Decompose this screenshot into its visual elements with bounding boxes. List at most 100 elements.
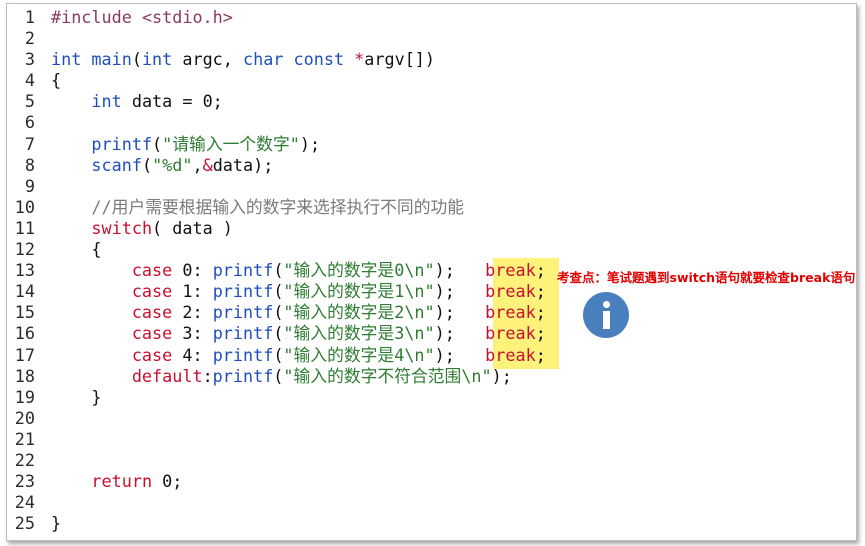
code-text: case 4: printf("输入的数字是4\n"); break; bbox=[51, 345, 546, 366]
code-token: data); bbox=[212, 154, 274, 175]
line-number: 7 bbox=[24, 133, 35, 154]
code-token: break bbox=[485, 344, 536, 365]
code-token: switch bbox=[91, 217, 153, 238]
code-line: 6 bbox=[7, 112, 856, 133]
code-token: : bbox=[192, 260, 213, 281]
code-line: 11 switch( data ) bbox=[7, 218, 856, 239]
code-screenshot-frame: 1 #include <stdio.h> 2 3 int main(int argc, … bbox=[6, 3, 857, 541]
code-token: default bbox=[131, 365, 203, 386]
code-token: ( bbox=[273, 281, 284, 302]
line-number: 23 bbox=[14, 471, 35, 492]
code-token: <stdio.h> bbox=[141, 7, 233, 27]
line-number: 3 bbox=[24, 49, 35, 70]
code-token: int bbox=[141, 49, 173, 70]
code-text: #include <stdio.h> bbox=[51, 7, 233, 28]
code-token: case bbox=[131, 260, 173, 281]
code-token: 2 bbox=[182, 302, 193, 323]
code-token: : bbox=[192, 281, 213, 302]
code-token: : bbox=[192, 344, 213, 365]
line-number: 25 bbox=[14, 513, 35, 534]
code-text: int main(int argc, char const *argv[]) bbox=[51, 49, 435, 70]
code-line: 19 } bbox=[7, 387, 856, 408]
code-token: ; bbox=[535, 323, 546, 344]
code-text: //用户需要根据输入的数字来选择执行不同的功能 bbox=[51, 197, 464, 218]
code-line: 4{ bbox=[7, 70, 856, 91]
code-token: int bbox=[91, 91, 122, 112]
code-line: 20 bbox=[7, 408, 856, 429]
info-icon-dot bbox=[603, 301, 610, 308]
code-text: return 0; bbox=[51, 471, 182, 492]
code-token: data = bbox=[121, 91, 203, 112]
code-token: data ) bbox=[172, 217, 233, 238]
line-number: 15 bbox=[14, 302, 35, 323]
code-token: 0 bbox=[182, 260, 193, 281]
code-token: printf bbox=[212, 302, 274, 323]
code-token: ); bbox=[434, 302, 486, 323]
code-line: 9 bbox=[7, 176, 856, 197]
code-token: ( bbox=[152, 133, 163, 154]
code-token: { bbox=[51, 70, 62, 91]
code-token: 0 bbox=[202, 91, 213, 112]
code-token: ( bbox=[152, 217, 173, 238]
code-line: 3 int main(int argc, char const *argv[]) bbox=[7, 49, 856, 70]
code-token: ; bbox=[172, 471, 183, 492]
annotation-note: 考查点：笔试题遇到switch语句就要检查break语句 bbox=[557, 270, 856, 285]
code-token: ; bbox=[535, 344, 546, 365]
code-line: 8 scanf("%d",&data); bbox=[7, 155, 856, 176]
code-token: : bbox=[192, 323, 213, 344]
info-icon bbox=[583, 292, 629, 338]
line-number: 8 bbox=[24, 154, 35, 175]
line-number: 12 bbox=[14, 239, 35, 260]
code-text: } bbox=[51, 387, 101, 408]
code-token: char bbox=[243, 49, 284, 70]
code-token: "输入的数字是1\n" bbox=[283, 281, 435, 302]
line-number: 16 bbox=[14, 323, 35, 344]
code-line: 15 case 2: printf("输入的数字是2\n"); break; bbox=[7, 302, 856, 323]
code-line: 16 case 3: printf("输入的数字是3\n"); break; bbox=[7, 323, 856, 344]
line-number: 21 bbox=[14, 428, 35, 449]
code-text: int data = 0; bbox=[51, 91, 223, 112]
code-token: "输入的数字是2\n" bbox=[283, 302, 435, 323]
line-number: 22 bbox=[14, 449, 35, 470]
code-line: 21 bbox=[7, 429, 856, 450]
code-token: : bbox=[202, 365, 213, 386]
code-text: { bbox=[51, 70, 61, 91]
code-token: & bbox=[202, 154, 213, 175]
code-token: break bbox=[485, 323, 536, 344]
line-number: 9 bbox=[24, 175, 35, 196]
code-token: printf bbox=[212, 365, 274, 386]
code-line: 2 bbox=[7, 28, 856, 49]
code-token: ; bbox=[212, 91, 223, 112]
code-token: int bbox=[51, 49, 82, 70]
code-token: ; bbox=[535, 302, 546, 323]
code-token: ); bbox=[434, 323, 486, 344]
code-line: 1 #include <stdio.h> bbox=[7, 7, 856, 28]
code-line: 23 return 0; bbox=[7, 471, 856, 492]
line-number: 10 bbox=[14, 196, 35, 217]
line-number: 17 bbox=[14, 344, 35, 365]
code-token: ( bbox=[131, 49, 142, 70]
code-token: argc, bbox=[172, 49, 243, 70]
code-token: ( bbox=[273, 302, 284, 323]
code-token: "%d" bbox=[152, 154, 193, 175]
code-line: 5 int data = 0; bbox=[7, 91, 856, 112]
code-token: } bbox=[51, 513, 62, 534]
code-token: ( bbox=[141, 154, 153, 175]
code-text: } bbox=[51, 513, 61, 534]
code-token: ); bbox=[434, 344, 486, 365]
code-token: //用户需要根据输入的数字来选择执行不同的功能 bbox=[91, 196, 465, 217]
code-token: main bbox=[91, 49, 132, 70]
line-number: 4 bbox=[24, 70, 35, 91]
